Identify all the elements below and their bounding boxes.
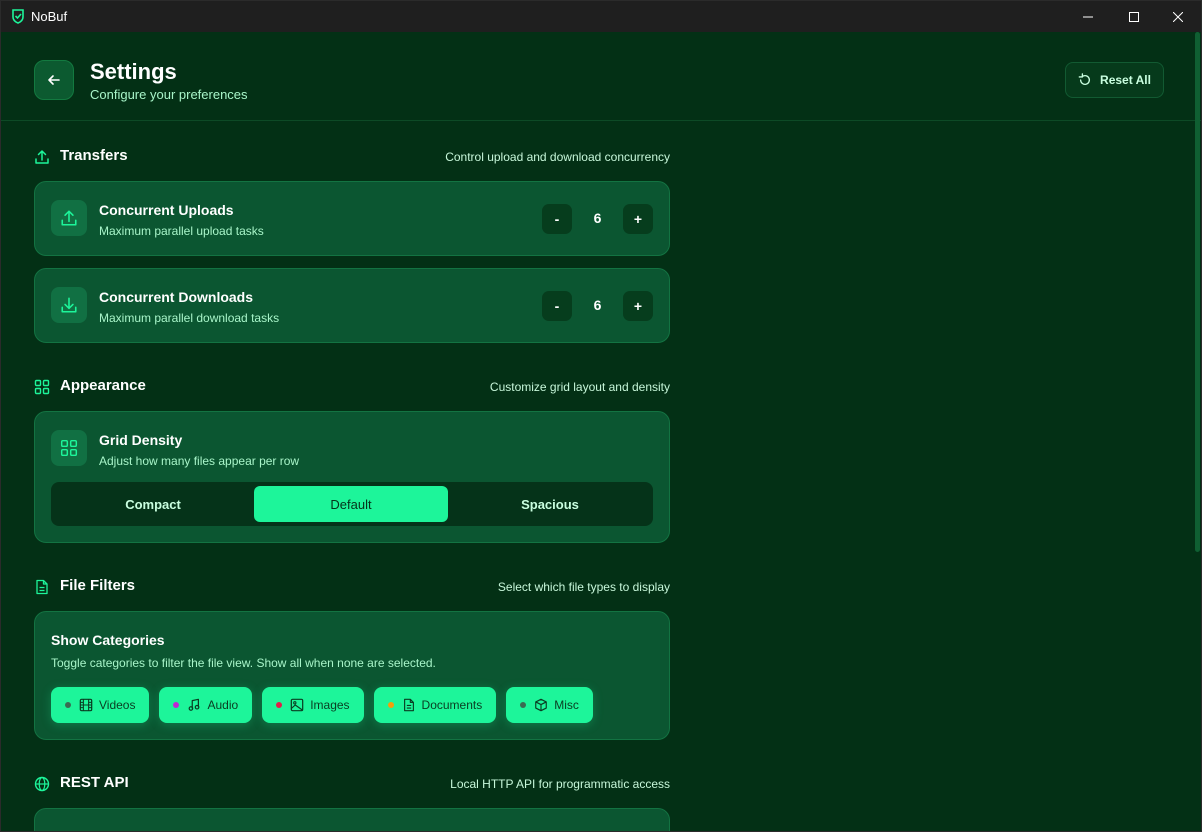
minimize-icon	[1083, 16, 1093, 17]
app-title: NoBuf	[31, 9, 68, 24]
document-icon	[36, 579, 48, 595]
section-file-filters: File Filters Select which file types to …	[34, 577, 670, 599]
density-option-compact[interactable]: Compact	[56, 486, 250, 522]
card-icon	[51, 430, 87, 466]
app-logo-icon	[12, 9, 24, 24]
chip-dot	[520, 702, 527, 708]
density-option-default[interactable]: Default	[254, 486, 448, 522]
card-icon	[51, 287, 87, 323]
card-subtitle: Maximum parallel download tasks	[99, 311, 280, 325]
chip-label: Videos	[99, 698, 136, 712]
chip-dot	[276, 702, 283, 708]
chip-images[interactable]: Images	[262, 687, 364, 723]
document-icon	[403, 698, 414, 712]
section-title: REST API	[60, 774, 129, 791]
category-chips: Videos Audio Images Documents Misc	[51, 687, 593, 723]
download-icon	[61, 297, 77, 313]
chip-dot	[173, 702, 180, 708]
density-selector: Compact Default Spacious	[51, 482, 653, 526]
grid-density-card: Grid Density Adjust how many files appea…	[34, 411, 670, 543]
section-description: Customize grid layout and density	[489, 380, 670, 394]
stepper-value: 6	[593, 210, 602, 226]
chip-dot	[387, 702, 394, 708]
upload-icon	[61, 210, 77, 226]
chip-misc[interactable]: Misc	[506, 687, 593, 723]
close-icon	[1173, 11, 1183, 22]
decrement-button[interactable]: -	[542, 204, 572, 234]
stepper-value: 6	[593, 297, 602, 313]
film-icon	[79, 698, 93, 712]
increment-button[interactable]: +	[623, 291, 653, 321]
chip-label: Images	[310, 698, 350, 712]
reset-all-button[interactable]: Reset All	[1065, 62, 1164, 98]
card-title: Concurrent Uploads	[99, 202, 234, 218]
section-transfers: Transfers Control upload and download co…	[34, 147, 670, 169]
section-title: Appearance	[60, 377, 146, 394]
chip-audio[interactable]: Audio	[159, 687, 253, 723]
decrement-button[interactable]: -	[542, 291, 572, 321]
arrow-left-icon	[48, 75, 60, 85]
scrollbar-thumb[interactable]	[1195, 32, 1200, 552]
chip-dot	[65, 702, 71, 708]
section-description: Local HTTP API for programmatic access	[450, 777, 670, 791]
chip-documents[interactable]: Documents	[373, 687, 497, 723]
section-appearance: Appearance Customize grid layout and den…	[34, 377, 670, 399]
chip-videos[interactable]: Videos	[51, 687, 150, 723]
show-categories-card: Show Categories Toggle categories to fil…	[34, 611, 670, 740]
section-title: Transfers	[60, 147, 128, 164]
chip-label: Documents	[421, 698, 483, 712]
app-window: NoBuf Settings Configure your preference…	[0, 0, 1202, 832]
concurrent-uploads-card: Concurrent Uploads Maximum parallel uplo…	[34, 181, 670, 256]
settings-header: Settings Configure your preferences Rese…	[1, 32, 1201, 121]
page-title: Settings	[90, 59, 177, 84]
reset-icon	[1078, 73, 1091, 86]
card-subtitle: Adjust how many files appear per row	[99, 454, 300, 468]
rest-api-card	[34, 808, 670, 831]
increment-button[interactable]: +	[623, 204, 653, 234]
section-rest-api: REST API Local HTTP API for programmatic…	[34, 774, 670, 796]
concurrent-downloads-card: Concurrent Downloads Maximum parallel do…	[34, 268, 670, 343]
globe-icon	[34, 776, 50, 792]
density-option-spacious[interactable]: Spacious	[453, 486, 647, 522]
grid-icon	[60, 439, 78, 457]
grid-icon	[34, 379, 50, 395]
card-icon	[51, 200, 87, 236]
chip-label: Audio	[207, 698, 239, 712]
upload-icon	[35, 150, 49, 164]
chip-label: Misc	[554, 698, 579, 712]
card-subtitle: Toggle categories to filter the file vie…	[51, 656, 436, 670]
maximize-icon	[1129, 11, 1139, 22]
title-bar: NoBuf	[1, 1, 1201, 32]
card-subtitle: Maximum parallel upload tasks	[99, 224, 264, 238]
page-subtitle: Configure your preferences	[90, 87, 248, 102]
minimize-button[interactable]	[1065, 1, 1111, 32]
uploads-stepper: - 6 +	[542, 204, 653, 234]
downloads-stepper: - 6 +	[542, 291, 653, 321]
section-description: Control upload and download concurrency	[445, 150, 670, 164]
reset-all-label: Reset All	[1100, 73, 1151, 87]
close-button[interactable]	[1155, 1, 1201, 32]
music-icon	[189, 698, 200, 711]
section-title: File Filters	[60, 577, 136, 594]
image-icon	[290, 698, 304, 712]
back-button[interactable]	[34, 60, 74, 100]
card-title: Show Categories	[51, 632, 165, 648]
card-title: Grid Density	[99, 432, 183, 448]
maximize-button[interactable]	[1111, 1, 1157, 32]
section-description: Select which file types to display	[497, 580, 670, 594]
box-icon	[535, 698, 548, 712]
card-title: Concurrent Downloads	[99, 289, 254, 305]
